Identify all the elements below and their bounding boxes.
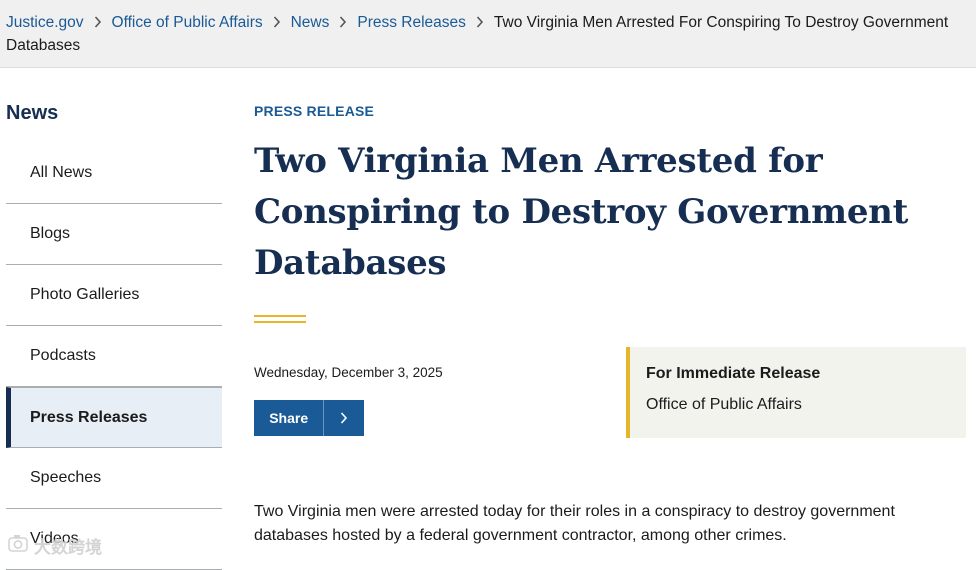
sidebar-item-blogs[interactable]: Blogs: [6, 204, 222, 265]
share-button-label: Share: [269, 410, 309, 426]
sidebar-item-all-news[interactable]: All News: [6, 142, 222, 204]
sidebar-item-press-releases[interactable]: Press Releases: [6, 387, 222, 448]
release-office: Office of Public Affairs: [646, 396, 802, 413]
article-eyebrow: PRESS RELEASE: [254, 103, 375, 119]
publish-date: Wednesday, December 3, 2025: [254, 365, 443, 380]
sidebar-item-speeches[interactable]: Speeches: [6, 448, 222, 509]
watermark-text: 大数跨境: [34, 538, 102, 557]
camera-logo-icon: [8, 534, 34, 557]
release-info-box: For Immediate Release Office of Public A…: [626, 347, 966, 438]
sidebar-title: News: [6, 102, 59, 124]
article-lede: Two Virginia men were arrested today for…: [254, 503, 895, 544]
share-button[interactable]: Share: [254, 400, 364, 436]
breadcrumb: Justice.gov Office of Public Affairs News P…: [0, 0, 976, 68]
chevron-right-icon: [323, 400, 364, 436]
title-divider: [254, 321, 306, 323]
breadcrumb-link-opa[interactable]: Office of Public Affairs: [112, 14, 263, 31]
chevron-right-icon: [329, 11, 357, 34]
chevron-right-icon: [84, 11, 112, 34]
sidebar-item-podcasts[interactable]: Podcasts: [6, 326, 222, 387]
title-divider: [254, 315, 306, 317]
chevron-right-icon: [263, 11, 291, 34]
release-heading: For Immediate Release: [646, 365, 821, 382]
watermark: 大数跨境: [8, 533, 102, 558]
breadcrumb-link-news[interactable]: News: [291, 14, 330, 31]
chevron-right-icon: [466, 11, 494, 34]
breadcrumb-link-justice[interactable]: Justice.gov: [6, 14, 84, 31]
sidebar-item-photo-galleries[interactable]: Photo Galleries: [6, 265, 222, 326]
breadcrumb-link-press-releases[interactable]: Press Releases: [357, 14, 466, 31]
page-title: Two Virginia Men Arrested for Conspiring…: [254, 141, 908, 283]
sidebar-nav: All News Blogs Photo Galleries Podcasts …: [6, 142, 222, 570]
